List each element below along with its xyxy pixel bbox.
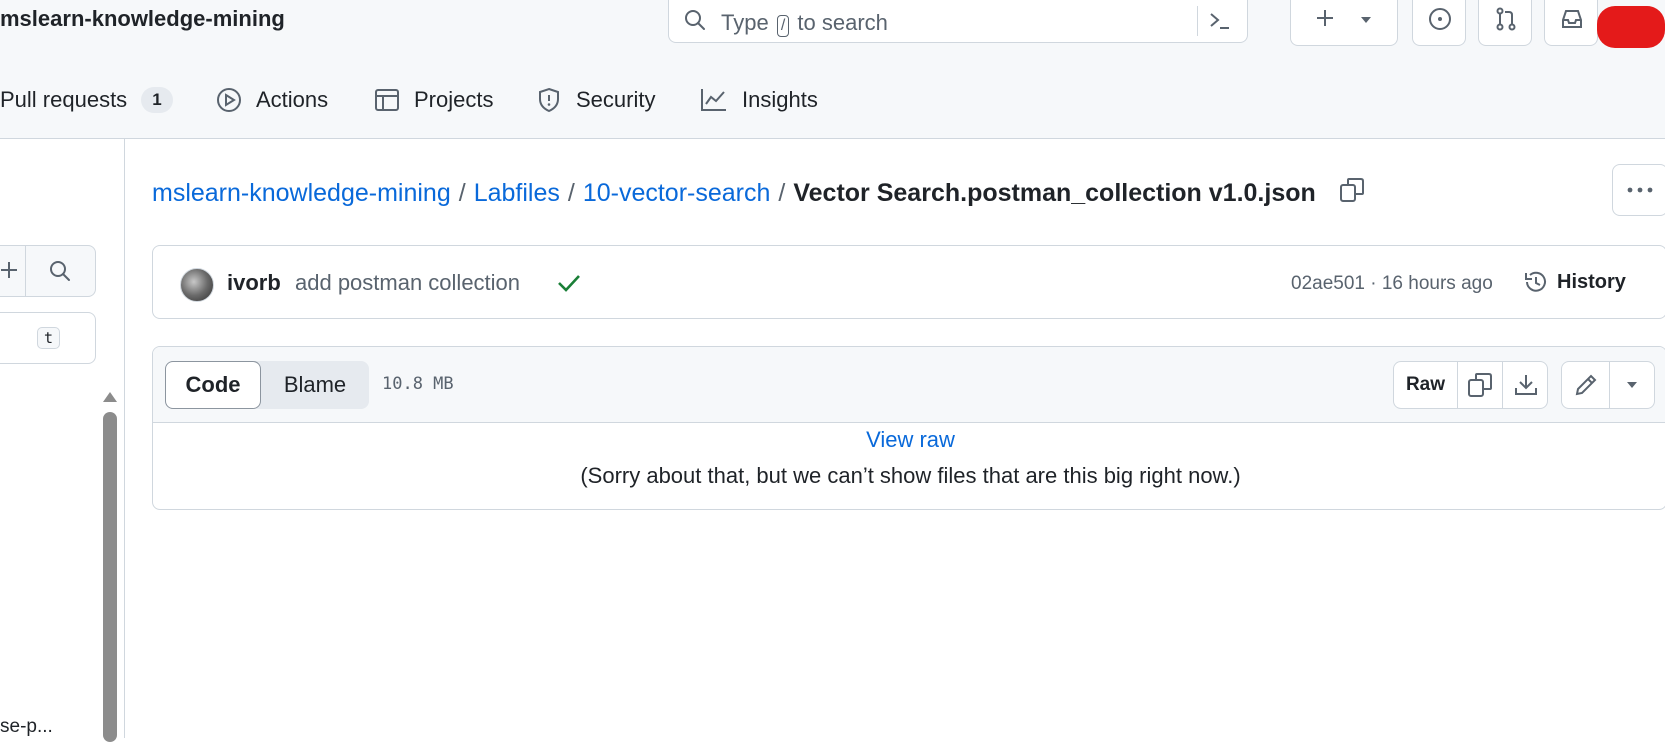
copy-icon [1468, 373, 1492, 397]
tab-projects-label: Projects [414, 87, 494, 112]
tab-security[interactable]: Security [536, 82, 655, 118]
search-shortcut-key: / [776, 15, 790, 37]
triangle-down-icon [1359, 12, 1373, 30]
file-viewer: Code Blame 10.8 MB Raw View raw (Sorry a… [152, 346, 1665, 510]
create-new-button[interactable] [1290, 0, 1398, 46]
edit-more-button[interactable] [1610, 362, 1654, 408]
latest-commit-box: ivorb add postman collection 02ae501 · 1… [152, 245, 1665, 319]
search-input[interactable]: Type / to search [668, 0, 1248, 43]
raw-actions-group: Raw [1393, 361, 1548, 409]
repo-title[interactable]: mslearn-knowledge-mining [0, 6, 285, 32]
file-toolbar: Code Blame 10.8 MB Raw [153, 347, 1665, 423]
plus-icon [1313, 6, 1337, 35]
download-icon [1514, 375, 1537, 395]
breadcrumb: mslearn-knowledge-mining / Labfiles / 10… [152, 176, 1366, 211]
edit-file-button[interactable] [1562, 362, 1610, 408]
pull-requests-count-badge: 1 [141, 87, 173, 113]
plus-icon[interactable] [0, 258, 21, 287]
git-pull-request-icon [1493, 6, 1519, 37]
go-to-file-input[interactable]: t [0, 312, 96, 364]
search-icon[interactable] [47, 258, 73, 289]
commit-hash-and-time[interactable]: 02ae501 · 16 hours ago [1291, 273, 1493, 295]
command-palette-icon[interactable] [1207, 8, 1233, 39]
pull-requests-button[interactable] [1478, 0, 1532, 46]
shield-icon [539, 87, 559, 113]
triangle-down-icon [1627, 382, 1637, 388]
commit-message[interactable]: add postman collection [295, 270, 520, 296]
raw-button[interactable]: Raw [1394, 362, 1458, 408]
file-tree-item[interactable]: se-p... [0, 716, 53, 738]
edit-actions-group [1561, 361, 1655, 409]
tab-blame[interactable]: Blame [261, 361, 369, 409]
history-icon [1525, 271, 1546, 292]
check-icon[interactable] [556, 272, 582, 299]
more-options-button[interactable] [1612, 164, 1665, 216]
table-icon [375, 89, 399, 111]
search-placeholder: Type / to search [721, 10, 888, 37]
tab-pull-requests[interactable]: Pull requests 1 [0, 82, 173, 118]
user-avatar-redacted[interactable] [1597, 6, 1665, 48]
issues-button[interactable] [1412, 0, 1466, 46]
breadcrumb-folder-link[interactable]: 10-vector-search [583, 179, 771, 208]
tab-pull-requests-label: Pull requests [0, 87, 128, 112]
commit-author[interactable]: ivorb [227, 270, 281, 296]
search-icon [683, 8, 707, 37]
inbox-button[interactable] [1544, 0, 1598, 46]
avatar[interactable] [180, 268, 214, 302]
tab-insights[interactable]: Insights [700, 82, 818, 118]
tab-actions-label: Actions [256, 87, 329, 112]
search-divider [1197, 6, 1198, 36]
download-button[interactable] [1503, 362, 1548, 408]
file-tree-button-group [0, 245, 96, 297]
shortcut-key: t [37, 327, 61, 349]
file-too-big-message: (Sorry about that, but we can’t show fil… [580, 463, 1241, 488]
tab-insights-label: Insights [742, 87, 818, 112]
view-raw-link[interactable]: View raw [153, 427, 1665, 453]
file-size: 10.8 MB [382, 374, 454, 394]
breadcrumb-separator: / [778, 179, 786, 207]
history-button[interactable]: History [1523, 262, 1626, 302]
breadcrumb-labfiles-link[interactable]: Labfiles [474, 179, 560, 208]
button-divider [25, 246, 26, 296]
tab-projects[interactable]: Projects [374, 82, 493, 118]
copy-raw-button[interactable] [1458, 362, 1503, 408]
breadcrumb-separator: / [567, 179, 575, 207]
graph-icon [701, 89, 726, 111]
tab-code[interactable]: Code [165, 361, 261, 409]
sidebar-scrollbar-thumb[interactable] [103, 412, 117, 742]
breadcrumb-file-name: Vector Search.postman_collection v1.0.js… [793, 179, 1316, 207]
code-blame-toggle: Code Blame [165, 361, 369, 409]
inbox-icon [1559, 6, 1585, 37]
tab-actions[interactable]: Actions [216, 82, 328, 118]
breadcrumb-separator: / [458, 179, 466, 207]
pencil-icon [1575, 374, 1596, 396]
tab-security-label: Security [576, 87, 656, 112]
play-icon [217, 88, 241, 112]
issue-opened-icon [1427, 6, 1453, 37]
scroll-up-arrow-icon[interactable] [102, 390, 118, 409]
kebab-horizontal-icon [1625, 180, 1655, 205]
breadcrumb-repo-link[interactable]: mslearn-knowledge-mining [152, 179, 451, 208]
copy-icon[interactable] [1338, 176, 1366, 211]
global-header: mslearn-knowledge-mining Type / to searc… [0, 0, 1665, 139]
history-label: History [1557, 270, 1626, 293]
